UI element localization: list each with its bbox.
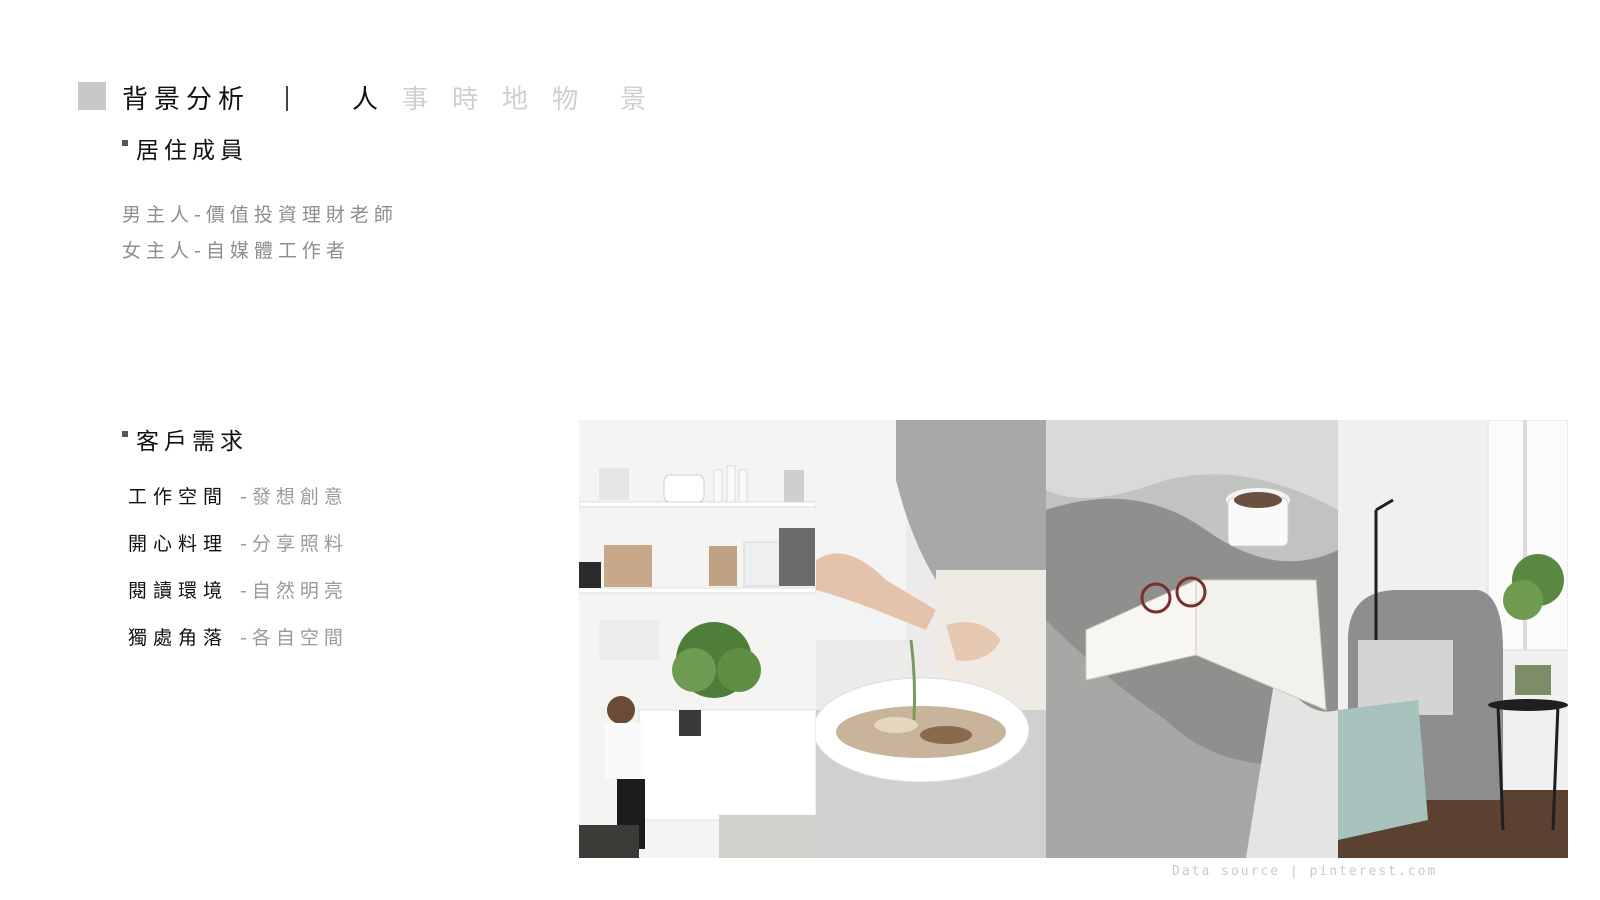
corner-chair-photo [1338, 420, 1568, 858]
page-title: 背景分析 [122, 85, 251, 115]
member-line: 女主人-自媒體工作者 [122, 240, 350, 262]
need-row: 開心料理 -分享照料 [128, 519, 348, 566]
nav-item-jing[interactable]: 景 [620, 84, 648, 116]
need-desc: -發想創意 [240, 486, 348, 508]
members-heading: 居住成員 [122, 136, 248, 166]
members-heading-text: 居住成員 [136, 138, 248, 164]
workspace-photo [579, 420, 816, 858]
bullet-icon [122, 140, 128, 146]
need-label: 獨處角落 [128, 627, 229, 649]
nav-item-di[interactable]: 地 [502, 84, 530, 116]
category-nav: 人 事 時 地 物 景 [352, 84, 670, 116]
need-row: 閱讀環境 -自然明亮 [128, 566, 348, 613]
reading-photo [1046, 420, 1338, 858]
need-desc: -各自空間 [240, 627, 348, 649]
need-row: 獨處角落 -各自空間 [128, 613, 348, 660]
needs-list: 工作空間 -發想創意 開心料理 -分享照料 閱讀環境 -自然明亮 獨處角落 -各… [128, 472, 348, 660]
need-row: 工作空間 -發想創意 [128, 472, 348, 519]
need-label: 閱讀環境 [128, 580, 229, 602]
members-list: 男主人-價值投資理財老師 女主人-自媒體工作者 [122, 197, 398, 269]
member-line: 男主人-價值投資理財老師 [122, 204, 398, 226]
need-label: 開心料理 [128, 533, 229, 555]
title-divider [286, 86, 288, 111]
nav-item-shi-time[interactable]: 時 [452, 84, 480, 116]
nav-item-shi[interactable]: 事 [402, 84, 430, 116]
cooking-photo [816, 420, 1046, 858]
needs-heading: 客戶需求 [122, 427, 248, 457]
bullet-icon [122, 431, 128, 437]
need-desc: -分享照料 [240, 533, 348, 555]
need-desc: -自然明亮 [240, 580, 348, 602]
nav-item-wu[interactable]: 物 [552, 84, 580, 116]
nav-item-ren[interactable]: 人 [352, 84, 380, 116]
title-marker-square [78, 82, 106, 110]
data-source-credit: Data source | pinterest.com [1172, 864, 1438, 879]
need-label: 工作空間 [128, 486, 229, 508]
needs-heading-text: 客戶需求 [136, 429, 248, 455]
